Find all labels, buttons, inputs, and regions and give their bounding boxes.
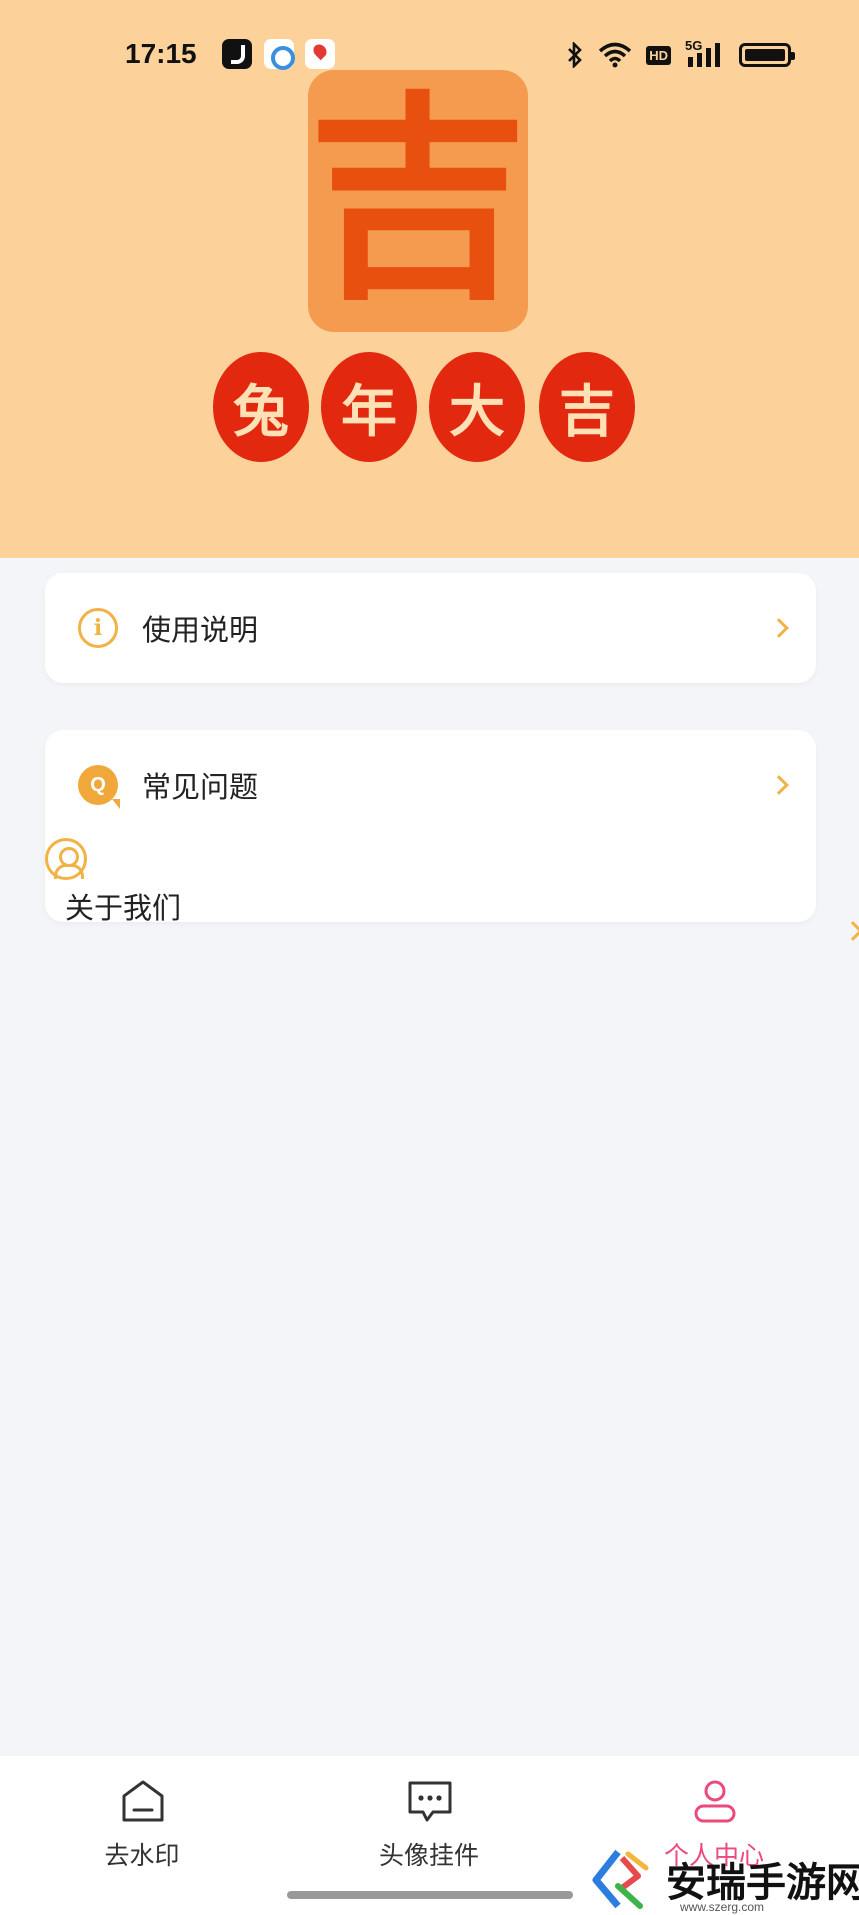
menu-card-usage: 使用说明: [45, 573, 816, 683]
nav-label: 头像挂件: [378, 1841, 479, 1870]
map-pin-app-icon: [305, 39, 335, 69]
circle-app-icon: [264, 39, 295, 70]
faq-icon: [78, 765, 120, 809]
blessing-char: 吉: [539, 352, 635, 462]
chevron-right-icon: [769, 618, 789, 638]
big-character-badge: 吉: [308, 70, 528, 332]
blessing-row: 兔 年 大 吉: [213, 352, 643, 464]
watermark-url: www.szerg.com: [680, 1900, 765, 1914]
usage-instructions-label: 使用说明: [142, 613, 259, 647]
hd-icon: HD: [646, 45, 671, 65]
watermark-logo-icon: [592, 1849, 649, 1909]
about-us-label[interactable]: 关于我们: [65, 885, 181, 927]
blessing-char: 年: [321, 352, 417, 462]
battery-icon: [739, 43, 795, 67]
wifi-icon: [599, 42, 632, 68]
nav-avatar-pendant[interactable]: 头像挂件: [329, 1756, 529, 1886]
bluetooth-icon: [568, 42, 583, 68]
home-indicator[interactable]: [287, 1891, 573, 1899]
big-character: 吉: [308, 73, 529, 329]
signal-5g-icon: 5G: [685, 38, 725, 69]
status-right-icons: HD 5G: [566, 38, 795, 70]
user-circle-icon[interactable]: [45, 838, 87, 880]
message-dots-icon: [408, 1781, 452, 1822]
usage-instructions-row[interactable]: 使用说明: [45, 573, 816, 683]
nav-label: 去水印: [104, 1841, 180, 1870]
chevron-right-icon: [769, 775, 789, 795]
nav-remove-watermark[interactable]: 去水印: [42, 1756, 242, 1886]
info-icon: [78, 608, 118, 648]
user-icon: [694, 1780, 736, 1823]
chevron-right-icon[interactable]: [843, 921, 859, 941]
home-icon: [122, 1780, 164, 1822]
faq-row[interactable]: 常见问题: [45, 730, 816, 840]
faq-label: 常见问题: [142, 770, 259, 804]
tiktok-icon: [222, 39, 252, 69]
blessing-char: 兔: [213, 352, 309, 462]
status-time: 17:15: [125, 38, 197, 69]
blessing-char: 大: [429, 352, 525, 462]
site-watermark: 安瑞手游网 www.szerg.com: [588, 1844, 859, 1915]
header-banner: 17:15 HD 5G 吉 兔 年 大 吉: [0, 0, 859, 558]
